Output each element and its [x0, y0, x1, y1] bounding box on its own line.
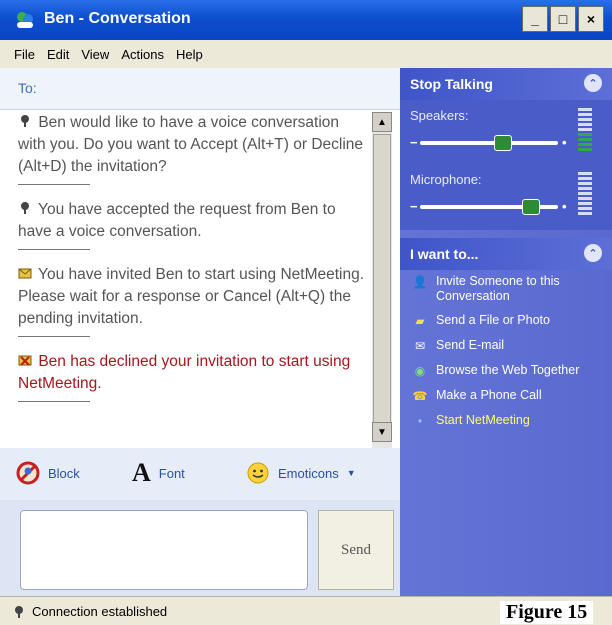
- scroll-thumb[interactable]: [373, 134, 391, 434]
- to-label: To:: [18, 80, 37, 96]
- figure-caption: Figure 15: [500, 601, 594, 624]
- side-panel: Stop Talking ⌃ Speakers: − • Microphone:…: [400, 68, 612, 596]
- message-netmeeting-declined: Ben has declined your invitation to star…: [18, 353, 351, 392]
- maximize-button[interactable]: □: [550, 6, 576, 32]
- message-history[interactable]: Ben would like to have a voice conversat…: [18, 112, 368, 504]
- message-voice-accepted: You have accepted the request from Ben t…: [18, 201, 336, 240]
- menu-edit[interactable]: Edit: [47, 47, 69, 62]
- folder-icon: ▰: [415, 313, 425, 328]
- messenger-icon: [17, 12, 33, 28]
- globe-icon: ◉: [414, 363, 426, 378]
- message-divider: [18, 401, 90, 402]
- scroll-up-arrow-icon[interactable]: ▲: [372, 112, 392, 132]
- speakers-label: Speakers:: [410, 108, 469, 123]
- voice-controls: Speakers: − • Microphone: − •: [400, 100, 612, 230]
- microphone-slider-thumb[interactable]: [522, 199, 540, 215]
- tasks-panel-header[interactable]: I want to... ⌃: [400, 238, 612, 270]
- menu-bar: File Edit View Actions Help: [0, 40, 612, 68]
- message-divider: [18, 336, 90, 337]
- bullet-icon: •: [417, 413, 423, 428]
- task-links: 👤 Invite Someone to this Conversation ▰ …: [412, 274, 608, 438]
- font-button[interactable]: A Font: [132, 458, 185, 487]
- message-input[interactable]: [20, 510, 308, 590]
- compose-area: Send: [0, 500, 400, 596]
- menu-actions[interactable]: Actions: [121, 47, 164, 62]
- browse-web-link[interactable]: ◉ Browse the Web Together: [412, 363, 608, 379]
- title-bar[interactable]: Ben - Conversation _ □ ×: [0, 0, 612, 40]
- block-button[interactable]: Block: [16, 461, 80, 485]
- speakers-slider-thumb[interactable]: [494, 135, 513, 151]
- stop-talking-link[interactable]: Stop Talking: [410, 76, 493, 92]
- plus-icon: •: [562, 135, 567, 150]
- to-bar: To:: [0, 68, 400, 110]
- email-icon: ✉: [414, 338, 426, 353]
- smiley-icon: [247, 462, 269, 484]
- emoticons-button[interactable]: Emoticons ▼: [246, 461, 356, 485]
- minimize-button[interactable]: _: [522, 6, 548, 32]
- conversation-pane: To: Ben would like to have a voice conve…: [0, 68, 400, 596]
- message-divider: [18, 249, 90, 250]
- mail-error-icon: [18, 355, 32, 366]
- minus-icon: −: [410, 135, 418, 150]
- mail-icon: [18, 268, 32, 279]
- window-title: Ben - Conversation: [44, 10, 191, 27]
- conversation-window: Ben - Conversation _ □ × File Edit View …: [0, 0, 612, 625]
- send-button[interactable]: Send: [318, 510, 394, 590]
- font-icon: A: [132, 458, 151, 487]
- message-divider: [18, 184, 90, 185]
- microphone-level-meter: [578, 172, 592, 215]
- speakers-slider[interactable]: − •: [410, 132, 570, 154]
- collapse-icon[interactable]: ⌃: [584, 74, 602, 92]
- speakers-level-meter: [578, 108, 592, 151]
- microphone-slider[interactable]: − •: [410, 196, 570, 218]
- plus-icon: •: [562, 199, 567, 214]
- message-voice-request: Ben would like to have a voice conversat…: [18, 114, 364, 175]
- menu-file[interactable]: File: [14, 47, 35, 62]
- phone-call-link[interactable]: ☎ Make a Phone Call: [412, 388, 608, 404]
- minus-icon: −: [410, 199, 418, 214]
- dropdown-arrow-icon[interactable]: ▼: [347, 468, 356, 478]
- phone-icon: ☎: [412, 388, 428, 403]
- voice-icon: [21, 115, 29, 127]
- menu-help[interactable]: Help: [176, 47, 203, 62]
- scroll-down-arrow-icon[interactable]: ▼: [372, 422, 392, 442]
- message-netmeeting-invite: You have invited Ben to start using NetM…: [18, 266, 365, 327]
- microphone-label: Microphone:: [410, 172, 482, 187]
- voice-icon: [15, 606, 23, 618]
- voice-icon: [21, 202, 29, 214]
- compose-toolbar: Block A Font Emoticons ▼: [0, 448, 400, 500]
- invite-icon: 👤: [412, 274, 428, 289]
- close-button[interactable]: ×: [578, 6, 604, 32]
- start-netmeeting-link[interactable]: • Start NetMeeting: [412, 413, 608, 429]
- voice-panel-header[interactable]: Stop Talking ⌃: [400, 68, 612, 100]
- send-file-link[interactable]: ▰ Send a File or Photo: [412, 313, 608, 329]
- collapse-icon[interactable]: ⌃: [584, 244, 602, 262]
- invite-someone-link[interactable]: 👤 Invite Someone to this Conversation: [412, 274, 608, 304]
- send-email-link[interactable]: ✉ Send E-mail: [412, 338, 608, 354]
- status-text: Connection established: [32, 604, 168, 619]
- menu-view[interactable]: View: [81, 47, 109, 62]
- tasks-panel-title: I want to...: [410, 246, 479, 262]
- block-icon: [16, 461, 40, 485]
